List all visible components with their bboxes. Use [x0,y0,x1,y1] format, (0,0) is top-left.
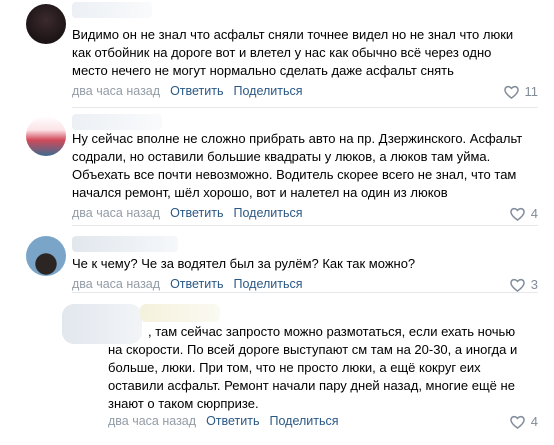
reply-button[interactable]: Ответить [170,84,223,98]
comment-time[interactable]: два часа назад [72,277,160,291]
divider [72,225,538,226]
like-count: 11 [524,84,539,99]
reply-button[interactable]: Ответить [206,414,259,428]
like-count: 4 [530,414,538,429]
heart-icon [509,207,525,221]
like-button[interactable]: 11 [503,84,539,99]
like-button[interactable]: 3 [509,277,538,292]
heart-icon [509,415,525,429]
author-name[interactable] [140,304,220,322]
avatar[interactable] [26,4,66,44]
comment-text: на скорости. По всей дороге выступают см… [108,342,518,411]
like-button[interactable]: 4 [509,206,538,221]
comment-4-reply: , там сейчас запросто можно размотаться,… [0,296,554,445]
comment-text: Че к чему? Че за водятел был за рулём? К… [72,256,416,271]
share-button[interactable]: Поделиться [234,206,303,220]
comment-3: Че к чему? Че за водятел был за рулём? К… [0,228,554,292]
comment-2: Ну сейчас вполне не сложно прибрать авто… [0,112,554,222]
like-button[interactable]: 4 [509,414,538,429]
share-button[interactable]: Поделиться [234,277,303,291]
avatar[interactable] [26,116,66,156]
comment-meta: два часа назад Ответить Поделиться [72,84,303,98]
comment-time[interactable]: два часа назад [72,84,160,98]
divider [72,292,538,293]
like-count: 4 [530,206,538,221]
author-name[interactable] [72,114,162,130]
author-name[interactable] [72,2,152,18]
comment-1: Видимо он не знал что асфальт сняли точн… [0,0,554,104]
divider [72,107,538,108]
heart-icon [503,85,519,99]
share-button[interactable]: Поделиться [234,84,303,98]
heart-icon [509,278,525,292]
avatar[interactable] [62,304,142,344]
like-count: 3 [530,277,538,292]
comment-text-first-line: , там сейчас запросто можно размотаться,… [148,324,516,339]
comment-text: Ну сейчас вполне не сложно прибрать авто… [72,131,523,200]
comment-meta: два часа назад Ответить Поделиться [108,414,339,428]
author-name[interactable] [72,236,178,252]
comment-text: Видимо он не знал что асфальт сняли точн… [72,27,514,78]
comment-meta: два часа назад Ответить Поделиться [72,277,303,291]
avatar[interactable] [26,236,66,276]
share-button[interactable]: Поделиться [270,414,339,428]
comment-time[interactable]: два часа назад [108,414,196,428]
comment-time[interactable]: два часа назад [72,206,160,220]
reply-button[interactable]: Ответить [170,277,223,291]
comment-meta: два часа назад Ответить Поделиться [72,206,303,220]
reply-button[interactable]: Ответить [170,206,223,220]
